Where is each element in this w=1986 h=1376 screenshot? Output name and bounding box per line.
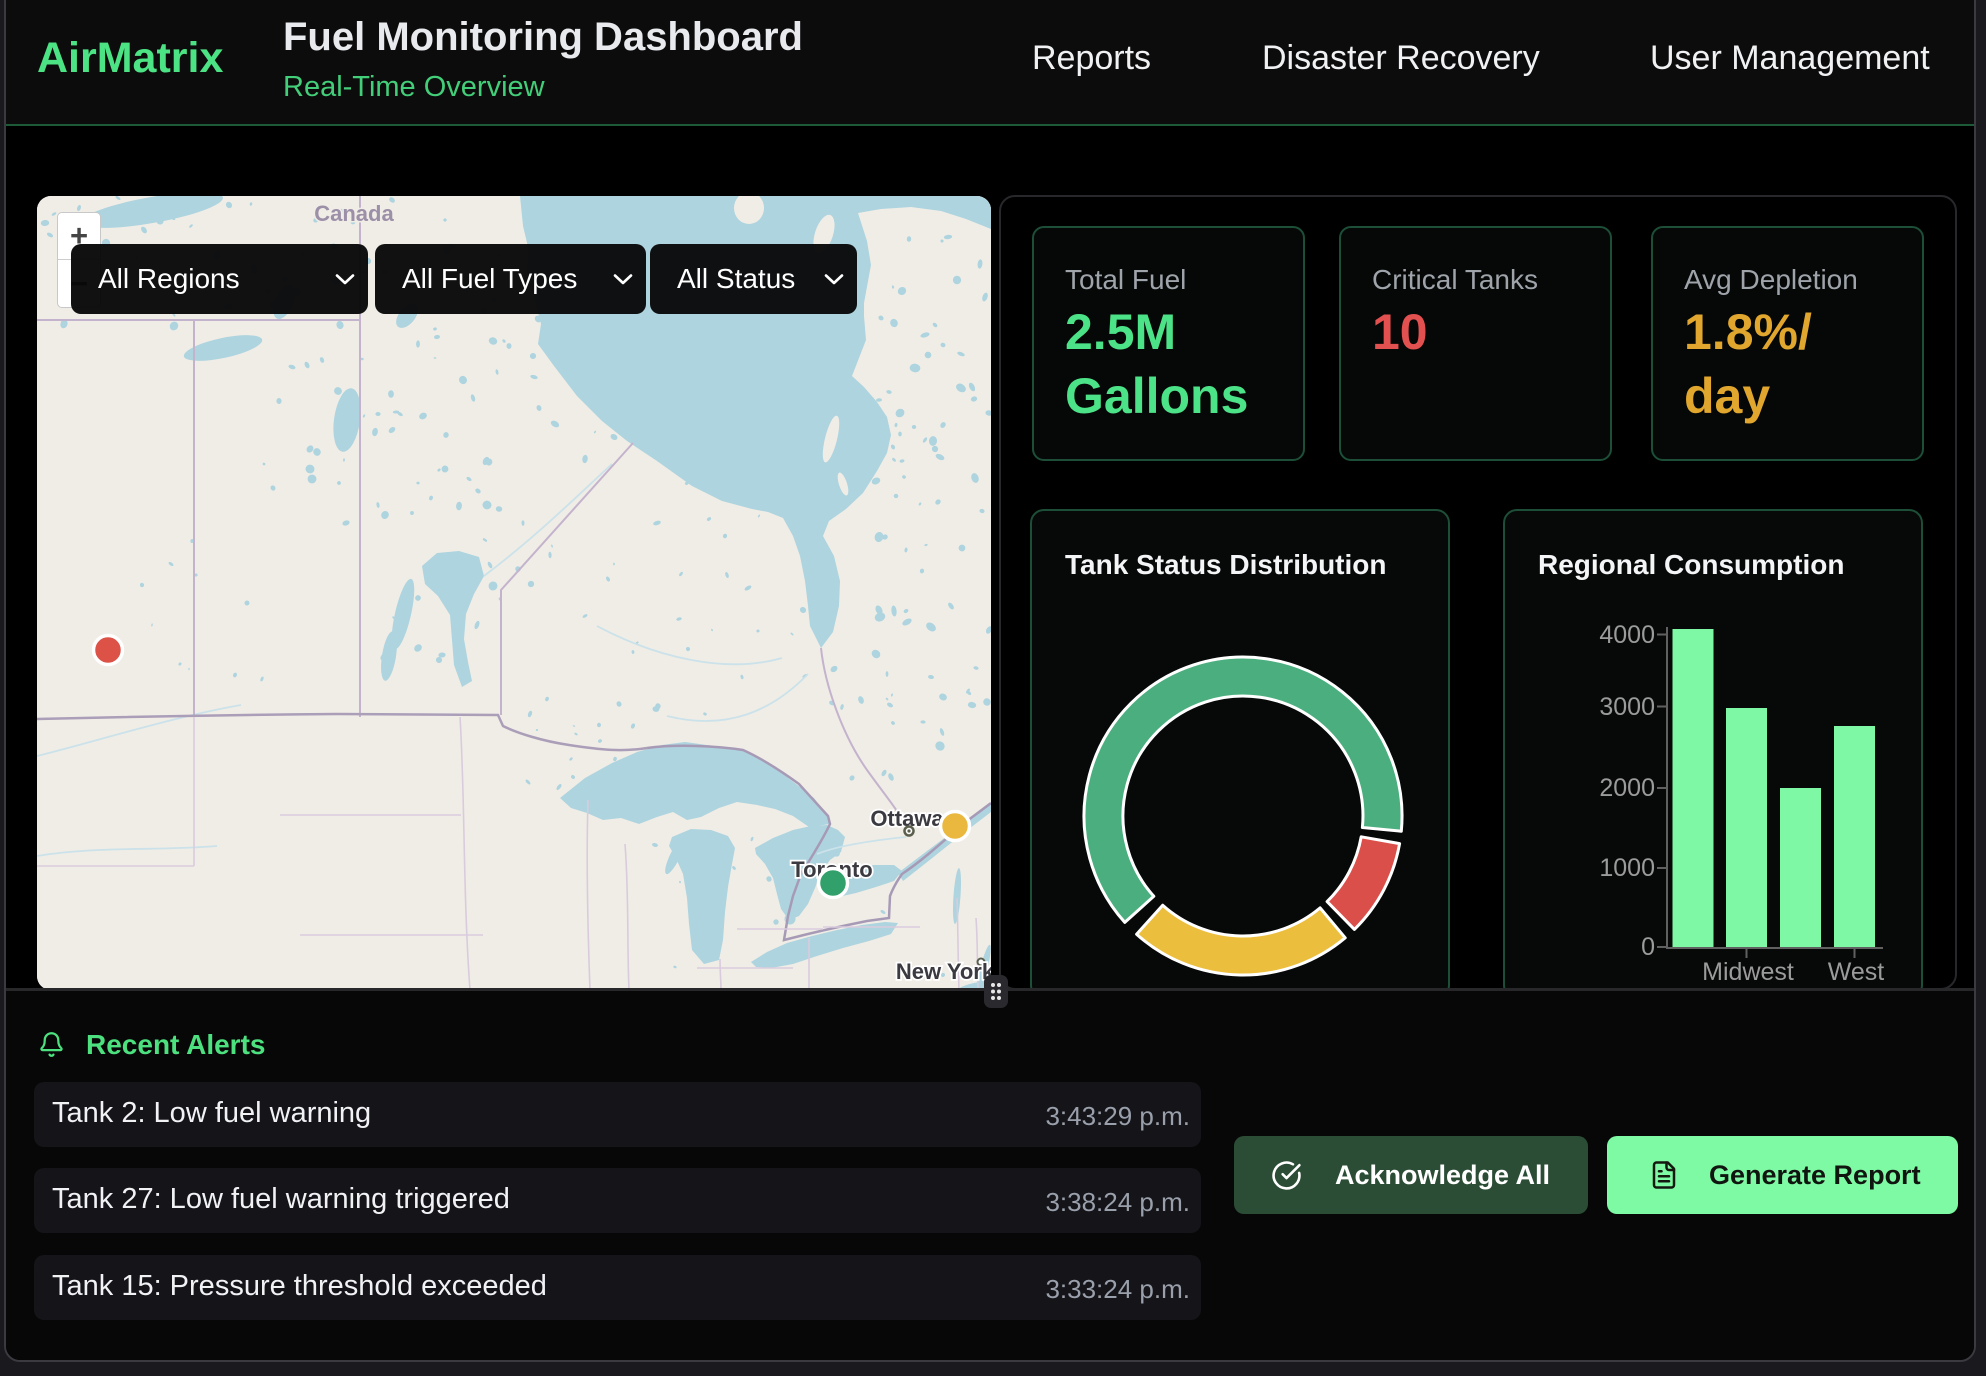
svg-text:4000: 4000	[1599, 621, 1655, 649]
svg-text:3000: 3000	[1599, 693, 1655, 721]
svg-text:Canada: Canada	[314, 201, 394, 226]
svg-text:0: 0	[1641, 933, 1655, 961]
svg-text:West: West	[1828, 958, 1885, 986]
svg-text:1000: 1000	[1599, 854, 1655, 882]
svg-text:New York: New York	[896, 959, 991, 984]
svg-text:Midwest: Midwest	[1702, 958, 1794, 986]
svg-text:2000: 2000	[1599, 774, 1655, 802]
